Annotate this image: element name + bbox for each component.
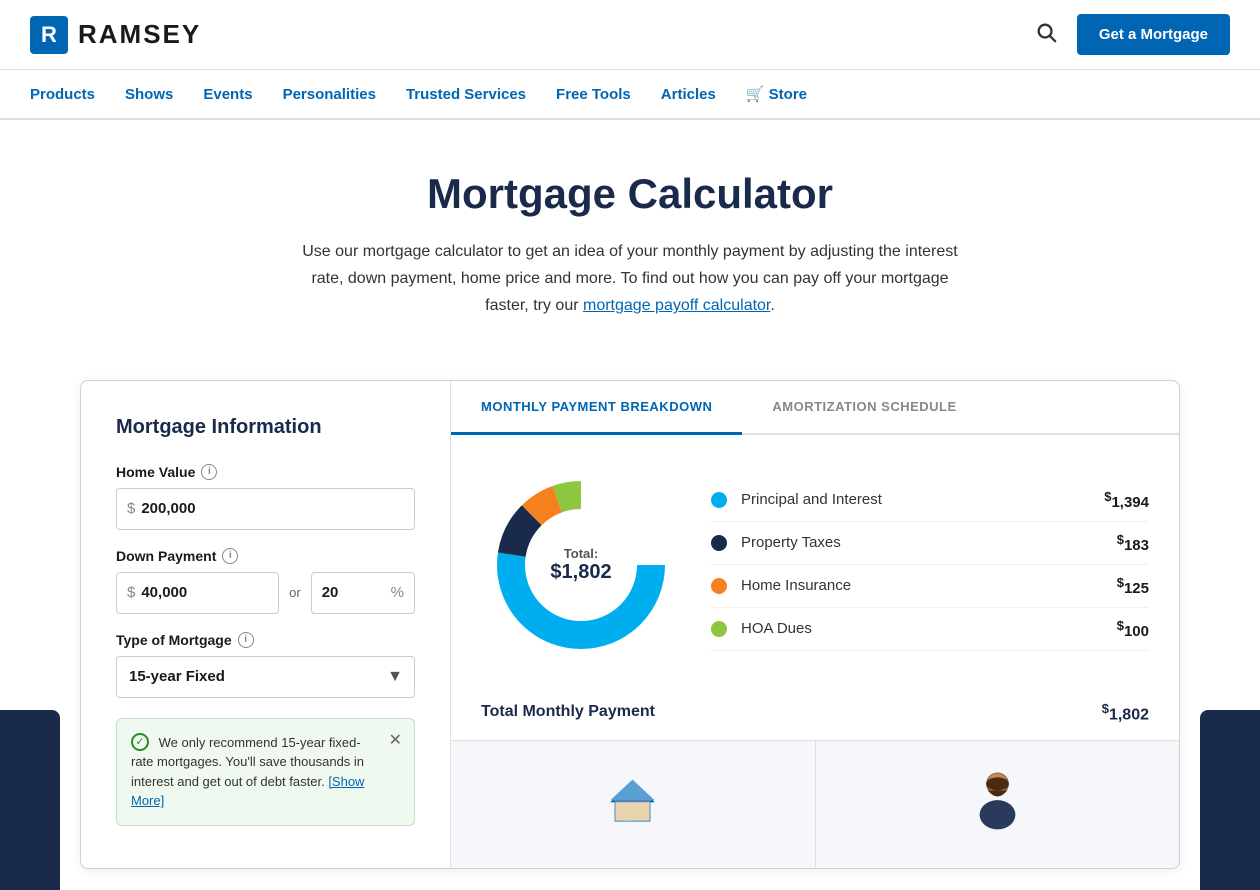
tabs-row: MONTHLY PAYMENT BREAKDOWN AMORTIZATION S… [451, 381, 1179, 435]
total-label: Total Monthly Payment [481, 703, 655, 721]
get-mortgage-button[interactable]: Get a Mortgage [1077, 14, 1230, 55]
mortgage-information-panel: Mortgage Information Home Value i $ Down… [81, 381, 451, 868]
sidebar-item-free-tools[interactable]: Free Tools [556, 86, 631, 103]
logo-area: R RAMSEY [30, 16, 201, 54]
sidebar-item-products[interactable]: Products [30, 86, 95, 103]
principal-label: Principal and Interest [741, 491, 1104, 508]
down-payment-prefix: $ [127, 584, 135, 601]
home-value-info-icon[interactable]: i [201, 464, 217, 480]
or-label: or [289, 585, 301, 600]
hoa-dues-dot [711, 621, 727, 637]
calculator-section: Mortgage Information Home Value i $ Down… [80, 380, 1180, 869]
legend-item-hoa-dues: HOA Dues $100 [711, 608, 1149, 651]
property-taxes-label: Property Taxes [741, 534, 1117, 551]
donut-chart: Total: $1,802 [481, 465, 681, 665]
home-insurance-dot [711, 578, 727, 594]
principal-dot [711, 492, 727, 508]
header-right: Get a Mortgage [1035, 14, 1230, 55]
hoa-dues-value: $100 [1117, 618, 1149, 640]
hero-description: Use our mortgage calculator to get an id… [290, 238, 970, 320]
sidebar-item-store[interactable]: 🛒 Store [746, 85, 807, 103]
home-value-label: Home Value i [116, 464, 415, 480]
mortgage-type-select[interactable]: 15-year Fixed 30-year Fixed 10-year Fixe… [116, 656, 415, 698]
donut-center-label: Total: $1,802 [550, 546, 611, 584]
down-payment-info-icon[interactable]: i [222, 548, 238, 564]
header: R RAMSEY Get a Mortgage [0, 0, 1260, 70]
right-panel: MONTHLY PAYMENT BREAKDOWN AMORTIZATION S… [451, 381, 1179, 868]
pct-suffix: % [391, 584, 404, 601]
logo-text: RAMSEY [78, 19, 201, 50]
close-icon[interactable]: ✕ [389, 729, 402, 753]
person-icon [965, 766, 1030, 843]
logo-box: R [30, 16, 68, 54]
down-payment-pct-wrapper: % [311, 572, 415, 614]
down-payment-row: $ or % [116, 572, 415, 614]
mortgage-type-select-wrapper: 15-year Fixed 30-year Fixed 10-year Fixe… [116, 656, 415, 698]
hoa-dues-label: HOA Dues [741, 620, 1117, 637]
property-taxes-dot [711, 535, 727, 551]
sidebar-item-events[interactable]: Events [203, 86, 252, 103]
home-insurance-label: Home Insurance [741, 577, 1117, 594]
search-icon [1035, 21, 1057, 43]
sidebar-item-personalities[interactable]: Personalities [283, 86, 376, 103]
house-card [451, 741, 816, 868]
total-monthly-payment-row: Total Monthly Payment $1,802 [451, 685, 1179, 740]
donut-total-label: Total: [550, 546, 611, 561]
sidebar-item-articles[interactable]: Articles [661, 86, 716, 103]
recommendation-info-box: We only recommend 15-year fixed-rate mor… [116, 718, 415, 826]
down-payment-pct-input[interactable] [322, 584, 391, 601]
payment-legend: Principal and Interest $1,394 Property T… [711, 479, 1149, 651]
principal-value: $1,394 [1104, 489, 1149, 511]
house-icon [605, 774, 660, 834]
donut-total-value: $1,802 [550, 561, 611, 584]
mortgage-info-title: Mortgage Information [116, 416, 415, 439]
property-taxes-value: $183 [1117, 532, 1149, 554]
home-value-input[interactable] [141, 500, 404, 517]
home-insurance-value: $125 [1117, 575, 1149, 597]
hero-section: Mortgage Calculator Use our mortgage cal… [0, 120, 1260, 350]
advisor-card [816, 741, 1180, 868]
side-dark-left [0, 710, 60, 890]
breakdown-content: Total: $1,802 Principal and Interest $1,… [451, 435, 1179, 685]
payoff-calculator-link[interactable]: mortgage payoff calculator [583, 297, 770, 314]
main-nav: Products Shows Events Personalities Trus… [0, 70, 1260, 120]
check-circle-icon [131, 733, 149, 751]
down-payment-label: Down Payment i [116, 548, 415, 564]
tab-amortization[interactable]: AMORTIZATION SCHEDULE [742, 381, 986, 435]
side-dark-right [1200, 710, 1260, 890]
mortgage-type-info-icon[interactable]: i [238, 632, 254, 648]
down-payment-input[interactable] [141, 584, 268, 601]
bottom-cards [451, 740, 1179, 868]
down-payment-input-wrapper: $ [116, 572, 279, 614]
legend-item-home-insurance: Home Insurance $125 [711, 565, 1149, 608]
home-value-prefix: $ [127, 500, 135, 517]
mortgage-type-label: Type of Mortgage i [116, 632, 415, 648]
search-button[interactable] [1035, 21, 1057, 49]
sidebar-item-shows[interactable]: Shows [125, 86, 173, 103]
legend-item-property-taxes: Property Taxes $183 [711, 522, 1149, 565]
tab-monthly-payment[interactable]: MONTHLY PAYMENT BREAKDOWN [451, 381, 742, 435]
sidebar-item-trusted-services[interactable]: Trusted Services [406, 86, 526, 103]
page-title: Mortgage Calculator [20, 170, 1240, 218]
total-value: $1,802 [1102, 701, 1149, 724]
legend-item-principal: Principal and Interest $1,394 [711, 479, 1149, 522]
home-value-input-wrapper: $ [116, 488, 415, 530]
